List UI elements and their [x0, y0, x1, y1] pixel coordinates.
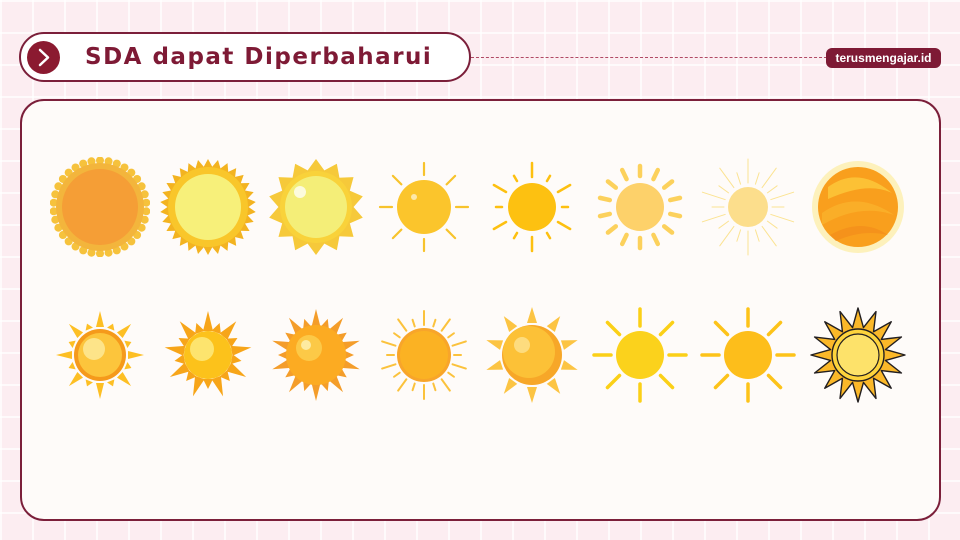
page-title: SDA dapat Diperbaharui	[85, 44, 433, 70]
dashed-divider	[471, 57, 827, 58]
brand-tag: terusmengajar.id	[826, 48, 941, 68]
sun-icon-14	[592, 307, 688, 403]
sun-icon-12	[381, 310, 467, 400]
sun-icon-11	[272, 309, 360, 401]
sun-icon-2	[160, 159, 256, 255]
sun-icon-3	[269, 159, 363, 255]
sun-icon-7	[701, 158, 795, 256]
sun-icon-8	[812, 161, 904, 253]
sun-icon-1	[50, 157, 150, 257]
sun-icon-4	[378, 161, 470, 253]
sun-icon-9	[56, 311, 144, 399]
sun-icon-10	[164, 311, 252, 397]
sun-icon-15	[700, 307, 796, 403]
sun-icon-13	[486, 307, 578, 403]
chevron-right-icon[interactable]	[27, 41, 60, 74]
sun-icon-16	[810, 307, 906, 403]
sun-icon-5	[492, 161, 572, 253]
sun-icon-6	[597, 163, 683, 251]
title-pill: SDA dapat Diperbaharui	[19, 32, 471, 82]
